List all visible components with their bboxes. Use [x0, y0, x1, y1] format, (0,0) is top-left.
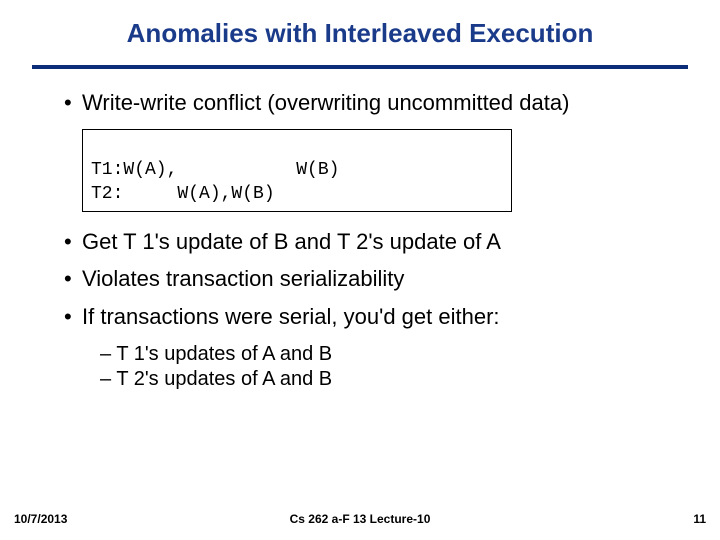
bullet-text: Get T 1's update of B and T 2's update o…	[82, 230, 501, 254]
slide-content: • Write-write conflict (overwriting unco…	[0, 91, 720, 391]
bullet-violates: • Violates transaction serializability	[64, 267, 668, 291]
title-rule	[32, 65, 688, 69]
slide-title: Anomalies with Interleaved Execution	[0, 18, 720, 59]
bullet-dot-icon: •	[64, 305, 82, 329]
code-line-1: T1:W(A), W(B)	[91, 160, 339, 180]
sub-bullet-t2: – T 2's updates of A and B	[100, 368, 668, 391]
bullet-dot-icon: •	[64, 91, 82, 115]
slide: Anomalies with Interleaved Execution • W…	[0, 0, 720, 540]
code-line-2: T2: W(A),W(B)	[91, 184, 275, 204]
bullet-text: Write-write conflict (overwriting uncomm…	[82, 91, 569, 115]
sub-bullets: – T 1's updates of A and B – T 2's updat…	[64, 343, 668, 391]
bullet-get-update: • Get T 1's update of B and T 2's update…	[64, 230, 668, 254]
bullet-text: If transactions were serial, you'd get e…	[82, 305, 500, 329]
bullet-dot-icon: •	[64, 230, 82, 254]
bullet-if-serial: • If transactions were serial, you'd get…	[64, 305, 668, 329]
footer-center: Cs 262 a-F 13 Lecture-10	[0, 512, 720, 526]
bullet-text: Violates transaction serializability	[82, 267, 404, 291]
code-box: T1:W(A), W(B) T2: W(A),W(B)	[82, 129, 512, 212]
bullet-write-write: • Write-write conflict (overwriting unco…	[64, 91, 668, 115]
sub-bullet-t1: – T 1's updates of A and B	[100, 343, 668, 366]
footer-page-number: 11	[693, 512, 706, 526]
bullet-dot-icon: •	[64, 267, 82, 291]
